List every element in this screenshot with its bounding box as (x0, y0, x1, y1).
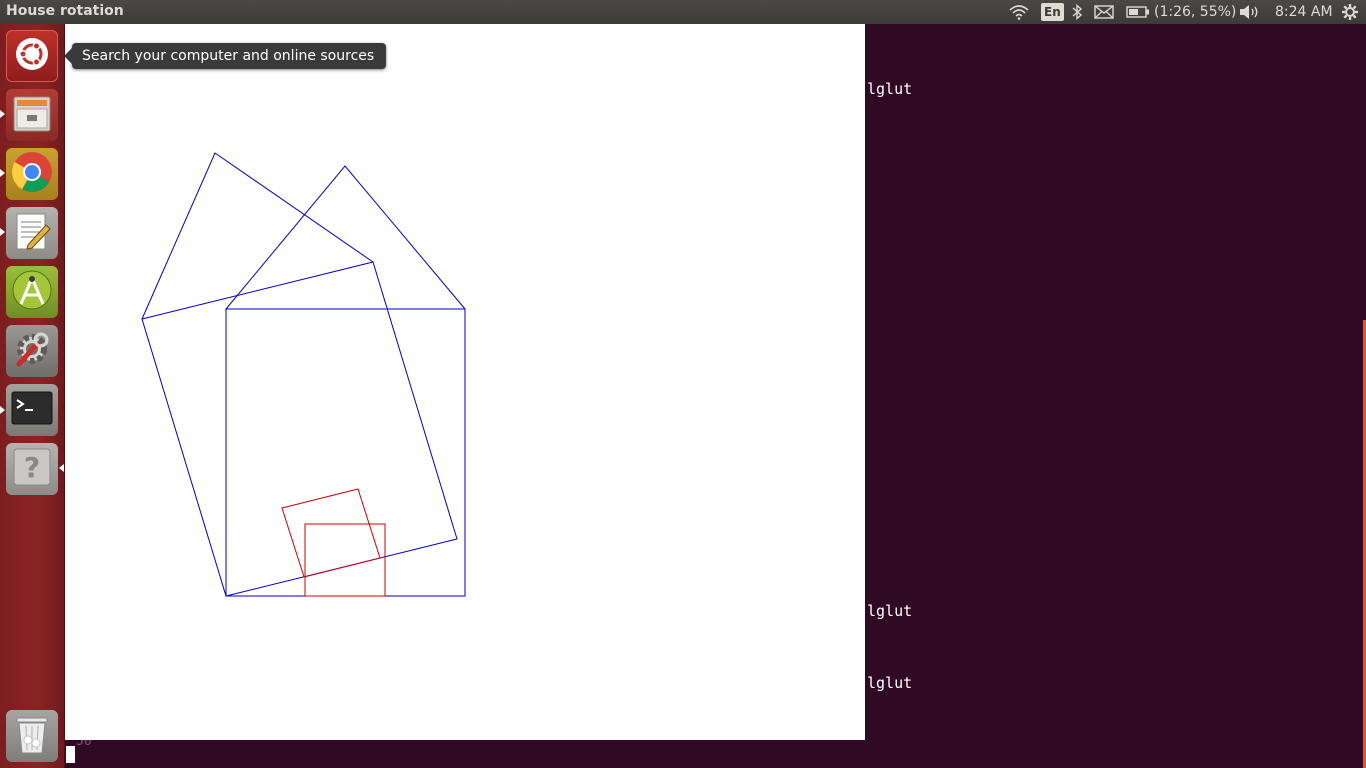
rotated-house-body (141, 261, 458, 597)
house-body (225, 308, 466, 597)
wrench-gear-icon (11, 328, 53, 374)
bluetooth-icon[interactable] (1071, 0, 1083, 24)
trash-icon (12, 713, 52, 759)
top-panel: House rotation En (1:26, 55%) 8:24 AM (0, 0, 1366, 24)
terminal-line: lglut (867, 80, 913, 98)
rotated-house-roof (141, 152, 374, 320)
tooltip-text: Search your computer and online sources (82, 48, 375, 64)
house-rotation-canvas[interactable] (65, 24, 865, 740)
running-indicator (0, 228, 5, 236)
android-studio-button[interactable] (6, 266, 58, 318)
file-cabinet-icon (12, 93, 52, 137)
android-studio-icon (12, 270, 52, 314)
launcher: ? (0, 24, 65, 768)
system-settings-button[interactable] (6, 325, 58, 377)
chrome-button[interactable] (6, 148, 58, 200)
terminal-cursor (66, 746, 75, 763)
trash-button[interactable] (6, 710, 58, 762)
chrome-icon (11, 151, 53, 197)
notepad-pencil-icon (12, 211, 52, 255)
terminal-line: lglut (867, 674, 913, 692)
dash-tooltip: Search your computer and online sources (64, 43, 387, 69)
ubuntu-dash-button[interactable] (6, 30, 58, 82)
question-mark-icon: ? (12, 447, 52, 491)
house-roof (225, 165, 466, 310)
files-button[interactable] (6, 89, 58, 141)
clock[interactable]: 8:24 AM (1275, 0, 1333, 24)
keyboard-layout-label: En (1041, 3, 1064, 21)
wifi-icon[interactable] (1008, 0, 1030, 24)
volume-icon[interactable] (1238, 0, 1260, 24)
clock-text: 8:24 AM (1275, 4, 1333, 20)
settings-gear-icon[interactable] (1341, 0, 1359, 24)
running-indicator (0, 110, 5, 118)
rotated-small-rectangle (281, 488, 381, 578)
mail-icon[interactable] (1094, 0, 1114, 24)
drawing-surface (141, 152, 466, 597)
keyboard-layout-indicator[interactable]: En (1041, 0, 1064, 24)
text-editor-button[interactable] (6, 207, 58, 259)
battery-indicator[interactable]: (1:26, 55%) (1126, 0, 1236, 24)
running-indicator (0, 169, 5, 177)
window-title: House rotation (6, 3, 124, 19)
battery-status-text: (1:26, 55%) (1154, 4, 1237, 20)
help-button[interactable]: ? (6, 443, 58, 495)
terminal-button[interactable] (6, 384, 58, 436)
ubuntu-logo-icon (15, 37, 49, 75)
battery-icon (1126, 6, 1150, 18)
terminal-line: lglut (867, 602, 913, 620)
tooltip-arrow (64, 48, 72, 64)
terminal-icon (11, 391, 53, 429)
svg-text:?: ? (24, 451, 40, 484)
focus-indicator (59, 464, 64, 472)
running-indicator (0, 406, 5, 414)
